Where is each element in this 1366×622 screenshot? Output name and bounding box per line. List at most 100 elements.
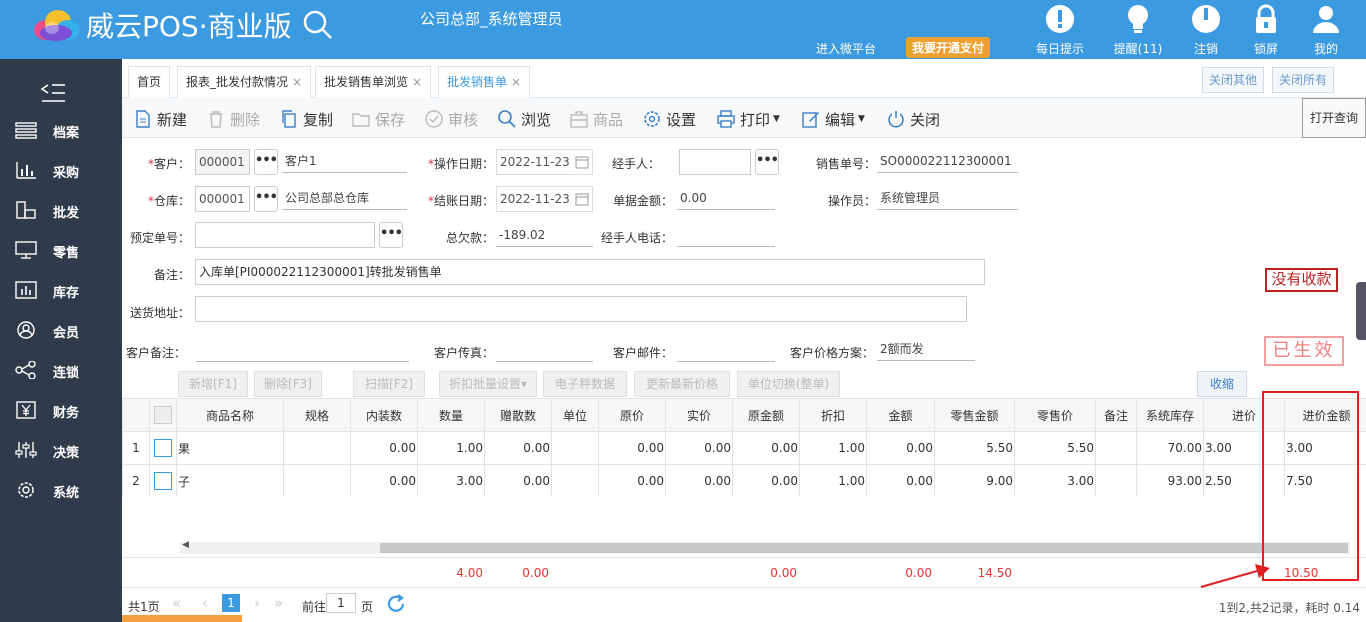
grid-delete-button[interactable]: 删除[F3]: [254, 371, 322, 397]
close-others-button[interactable]: 关闭其他: [1202, 67, 1265, 93]
grid-discount-button[interactable]: 折扣批量设置▾: [439, 371, 537, 397]
customer-code-field[interactable]: 000001: [195, 149, 250, 175]
sidebar-item-archive[interactable]: 档案: [0, 110, 122, 150]
tab-home[interactable]: 首页: [128, 66, 171, 98]
close-icon[interactable]: ×: [511, 75, 521, 89]
cell-retail-price[interactable]: 3.00: [1014, 464, 1096, 498]
cell-pack[interactable]: 0.00: [350, 431, 418, 465]
cell-orig-amount[interactable]: 0.00: [732, 431, 800, 465]
calendar-icon[interactable]: [575, 192, 589, 206]
refresh-icon[interactable]: [385, 593, 407, 615]
close-icon[interactable]: ×: [412, 75, 422, 89]
row-checkbox[interactable]: [154, 439, 172, 457]
close-all-button[interactable]: 关闭所有: [1272, 67, 1335, 93]
last-page-icon[interactable]: »: [274, 594, 283, 612]
cell-amount[interactable]: 0.00: [866, 431, 935, 465]
warehouse-code-field[interactable]: 000001: [195, 186, 250, 212]
audit-button[interactable]: 审核: [425, 108, 478, 130]
grid-scan-button[interactable]: 扫描[F2]: [353, 371, 425, 397]
goods-button[interactable]: 商品: [570, 108, 623, 130]
fax-field[interactable]: [496, 340, 593, 362]
delete-button[interactable]: 删除: [207, 108, 260, 130]
reserve-lookup-button[interactable]: •••: [379, 222, 403, 248]
sidebar-item-system[interactable]: 系统: [0, 470, 122, 510]
cell-remark[interactable]: [1095, 431, 1137, 465]
goto-page-input[interactable]: 1: [326, 593, 356, 613]
cell-unit[interactable]: [551, 464, 599, 498]
sidebar-item-purchase[interactable]: 采购: [0, 150, 122, 190]
collapse-menu-icon[interactable]: [40, 83, 66, 103]
prev-page-icon[interactable]: ‹: [202, 594, 208, 612]
sidebar-item-stock[interactable]: 库存: [0, 270, 122, 310]
customer-name-field[interactable]: 客户1: [282, 151, 407, 173]
daily-tips-button[interactable]: 每日提示: [1030, 4, 1090, 57]
sidebar-item-decision[interactable]: 决策: [0, 430, 122, 470]
sidebar-item-chain[interactable]: 连锁: [0, 350, 122, 390]
edit-button[interactable]: 编辑 ▼: [802, 108, 865, 130]
cell-name[interactable]: 子: [176, 464, 284, 498]
row-select-cell[interactable]: [149, 464, 177, 498]
next-page-icon[interactable]: ›: [254, 594, 260, 612]
calendar-icon[interactable]: [575, 155, 589, 169]
cell-orig-price[interactable]: 0.00: [598, 431, 666, 465]
print-button[interactable]: 打印 ▼: [717, 108, 780, 130]
new-button[interactable]: 新建: [134, 108, 187, 130]
copy-button[interactable]: 复制: [280, 108, 333, 130]
lock-screen-button[interactable]: 锁屏: [1236, 4, 1296, 57]
tab-report-payment[interactable]: 报表_批发付款情况 ×: [177, 66, 312, 98]
cell-gift[interactable]: 0.00: [484, 431, 552, 465]
cell-retail-amount[interactable]: 9.00: [934, 464, 1015, 498]
handler-phone-field[interactable]: [677, 225, 775, 247]
open-query-button[interactable]: 打开查询: [1302, 98, 1366, 138]
grid-update-price-button[interactable]: 更新最新价格: [634, 371, 730, 397]
sidebar-item-member[interactable]: 会员: [0, 310, 122, 350]
warehouse-name-field[interactable]: 公司总部总仓库: [282, 188, 407, 210]
cell-discount[interactable]: 1.00: [799, 431, 867, 465]
cust-remark-field[interactable]: [196, 340, 409, 362]
grid-collapse-button[interactable]: 收缩: [1197, 371, 1247, 397]
row-select-cell[interactable]: [149, 431, 177, 465]
sidebar-item-retail[interactable]: 零售: [0, 230, 122, 270]
cell-qty[interactable]: 1.00: [417, 431, 485, 465]
cell-spec[interactable]: [283, 464, 351, 498]
close-icon[interactable]: ×: [292, 75, 302, 89]
cell-amount[interactable]: 0.00: [866, 464, 935, 498]
reserve-field[interactable]: [195, 222, 375, 248]
cell-stock[interactable]: 93.00: [1136, 464, 1204, 498]
select-all-checkbox[interactable]: [154, 406, 172, 424]
cell-price[interactable]: 0.00: [665, 431, 733, 465]
table-row[interactable]: 1 果 0.00 1.00 0.00 0.00 0.00 0.00 1.00 0…: [122, 431, 1366, 465]
col-header-select[interactable]: [149, 398, 177, 432]
cell-discount[interactable]: 1.00: [799, 464, 867, 498]
cell-gift[interactable]: 0.00: [484, 464, 552, 498]
row-checkbox[interactable]: [154, 472, 172, 490]
cell-orig-amount[interactable]: 0.00: [732, 464, 800, 498]
first-page-icon[interactable]: «: [172, 594, 181, 612]
grid-scale-button[interactable]: 电子秤数据: [543, 371, 627, 397]
reminder-button[interactable]: 提醒(11): [1108, 4, 1168, 57]
remark-field[interactable]: 入库单[PI000022112300001]转批发销售单: [195, 259, 985, 285]
settings-button[interactable]: 设置: [643, 108, 696, 130]
horizontal-scrollbar[interactable]: ◀: [180, 540, 1350, 554]
cell-name[interactable]: 果: [176, 431, 284, 465]
tab-wholesale-browse[interactable]: 批发销售单浏览 ×: [315, 66, 432, 98]
customer-lookup-button[interactable]: •••: [254, 149, 278, 175]
handler-field[interactable]: [679, 149, 751, 175]
logout-button[interactable]: 注销: [1176, 4, 1236, 57]
my-account-button[interactable]: 我的: [1296, 4, 1356, 57]
enable-payment-button[interactable]: 我要开通支付: [906, 37, 991, 58]
save-button[interactable]: 保存: [352, 108, 405, 130]
cell-retail-price[interactable]: 5.50: [1014, 431, 1096, 465]
price-plan-field[interactable]: 2额而发: [877, 339, 975, 361]
address-field[interactable]: [195, 296, 967, 322]
sidebar-item-finance[interactable]: 财务: [0, 390, 122, 430]
micro-platform-link[interactable]: 进入微平台: [816, 40, 876, 57]
handler-lookup-button[interactable]: •••: [755, 149, 779, 175]
email-field[interactable]: [677, 340, 775, 362]
cell-qty[interactable]: 3.00: [417, 464, 485, 498]
cell-stock[interactable]: 70.00: [1136, 431, 1204, 465]
table-row[interactable]: 2 子 0.00 3.00 0.00 0.00 0.00 0.00 1.00 0…: [122, 464, 1366, 498]
sidebar-item-wholesale[interactable]: 批发: [0, 190, 122, 230]
cell-spec[interactable]: [283, 431, 351, 465]
scrollbar-thumb[interactable]: [380, 543, 1348, 553]
